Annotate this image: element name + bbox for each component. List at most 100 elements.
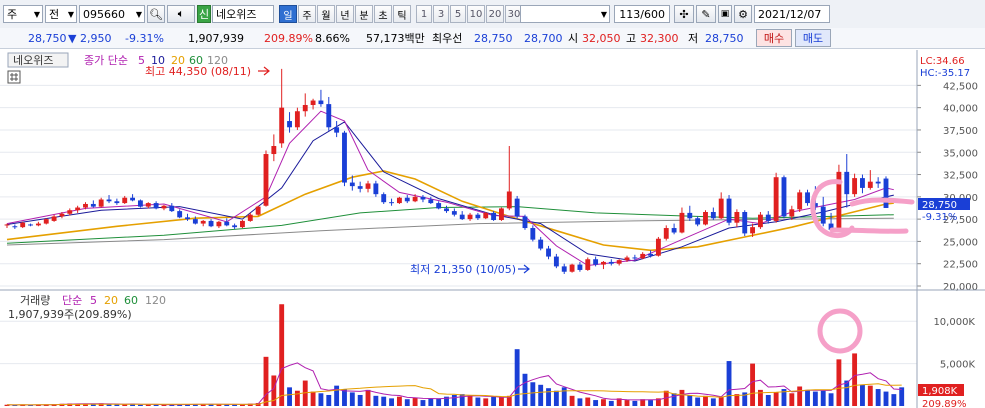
volume-bar [695, 397, 701, 406]
stock-chart[interactable]: 42,50040,00037,50035,00032,50030,00027,5… [0, 50, 985, 408]
interval-1[interactable]: 1 [416, 5, 432, 23]
candle-body [412, 196, 418, 202]
current-price-tag-value: 28,750 [922, 200, 957, 211]
volume-bar [679, 389, 685, 406]
market-select[interactable]: 주 ▼ [3, 5, 43, 23]
chart-tool-button[interactable]: ✣ [674, 5, 694, 23]
low-annotation: 최저 21,350 (10/05) [410, 263, 516, 276]
candle-body [875, 181, 881, 184]
candle-body [98, 199, 104, 207]
candle-body [114, 201, 120, 204]
candle-body [695, 218, 701, 225]
volume-bar [820, 390, 826, 406]
volume-bar [349, 392, 355, 406]
sound-button[interactable]: 🔈︎ [167, 5, 195, 23]
volume-bar [805, 389, 810, 406]
stock-name-field: 네오위즈 [212, 5, 274, 23]
volume-bar [710, 398, 716, 406]
volume-bar [601, 399, 606, 406]
interval-10[interactable]: 10 [467, 5, 485, 23]
candle-body [569, 264, 575, 272]
candle-body [616, 260, 622, 264]
candle-body [420, 196, 426, 200]
down-triangle-icon: ▼ [68, 32, 77, 45]
candle-body [797, 192, 803, 210]
volume-bar [420, 400, 426, 406]
volume-bar [860, 384, 865, 406]
date-input[interactable]: 2021/12/07 [754, 5, 830, 23]
candle-body [436, 203, 442, 209]
volume-bar [451, 394, 457, 406]
current-volume-value: 1,908K [922, 386, 958, 397]
interval-5[interactable]: 5 [450, 5, 466, 23]
candle-body [122, 197, 128, 204]
volume-bar [836, 359, 842, 406]
save-button[interactable]: ▣ [718, 5, 732, 23]
candle-body [224, 221, 230, 226]
candle-body [742, 211, 748, 234]
candle-body [860, 178, 865, 188]
volume-ma-120: 120 [145, 294, 166, 307]
candle-body [240, 220, 245, 228]
period-0[interactable]: 일 [279, 5, 297, 23]
interval-dropdown[interactable]: ▼ [520, 5, 610, 23]
candle-body [216, 221, 222, 227]
drawing-tool-button[interactable]: ✎ [696, 5, 716, 23]
period-3[interactable]: 년 [336, 5, 354, 23]
interval-20[interactable]: 20 [486, 5, 504, 23]
candle-body [514, 198, 520, 217]
candle-body [106, 199, 112, 202]
buy-button[interactable]: 매수 [756, 29, 792, 47]
gear-icon: ⚙ [738, 7, 748, 21]
period-2[interactable]: 월 [317, 5, 335, 23]
candle-body [852, 178, 858, 195]
candle-body [640, 253, 646, 259]
candle-body [475, 214, 481, 219]
high-price: 32,300 [640, 32, 679, 45]
candle-body [130, 197, 136, 201]
ask-price: 28,750 [474, 32, 513, 45]
volume-bar [852, 353, 858, 406]
sell-button[interactable]: 매도 [795, 29, 831, 47]
lc-value: LC:34.66 [920, 56, 965, 67]
period-5[interactable]: 초 [374, 5, 392, 23]
crosshair-icon: ✣ [679, 7, 689, 21]
search-button[interactable]: 🔍︎ [147, 5, 165, 23]
grid-toggle-icon[interactable] [7, 70, 21, 84]
volume-bar [765, 394, 771, 406]
bar-count: 113/600 [619, 7, 665, 21]
candle-body [396, 197, 402, 204]
volume-bar [373, 395, 379, 406]
candle-body [177, 211, 183, 218]
type-select[interactable]: 전 ▼ [45, 5, 77, 23]
bar-count-field[interactable]: 113/600 [614, 5, 670, 23]
candle-body [734, 211, 740, 223]
candle-body [601, 261, 606, 265]
candle-body [263, 154, 269, 206]
volume-bar [232, 404, 238, 406]
period-4[interactable]: 분 [355, 5, 373, 23]
price-change: 2,950 [80, 32, 112, 45]
stock-code-input[interactable]: 095660 ▼ [79, 5, 145, 23]
volume-bar [577, 398, 583, 406]
period-6[interactable]: 틱 [393, 5, 411, 23]
speaker-icon: 🔈︎ [177, 7, 185, 20]
candle-body [75, 207, 81, 211]
period-1[interactable]: 주 [298, 5, 316, 23]
chevron-down-icon: ▼ [135, 9, 142, 19]
candle-body [491, 212, 497, 221]
candle-body [781, 177, 787, 217]
volume-bar [475, 397, 481, 406]
volume: 1,907,939 [188, 32, 244, 45]
candle-body [83, 203, 88, 208]
volume-bar [812, 391, 818, 406]
volume-bar [608, 400, 614, 406]
current-price: 28,750 [28, 32, 67, 45]
candle-body [538, 239, 544, 249]
candle-body [247, 214, 253, 221]
interval-3[interactable]: 3 [433, 5, 449, 23]
volume-bar [279, 304, 285, 406]
candle-body [577, 264, 583, 270]
candle-body [805, 192, 810, 204]
settings-button[interactable]: ⚙ [734, 5, 752, 23]
